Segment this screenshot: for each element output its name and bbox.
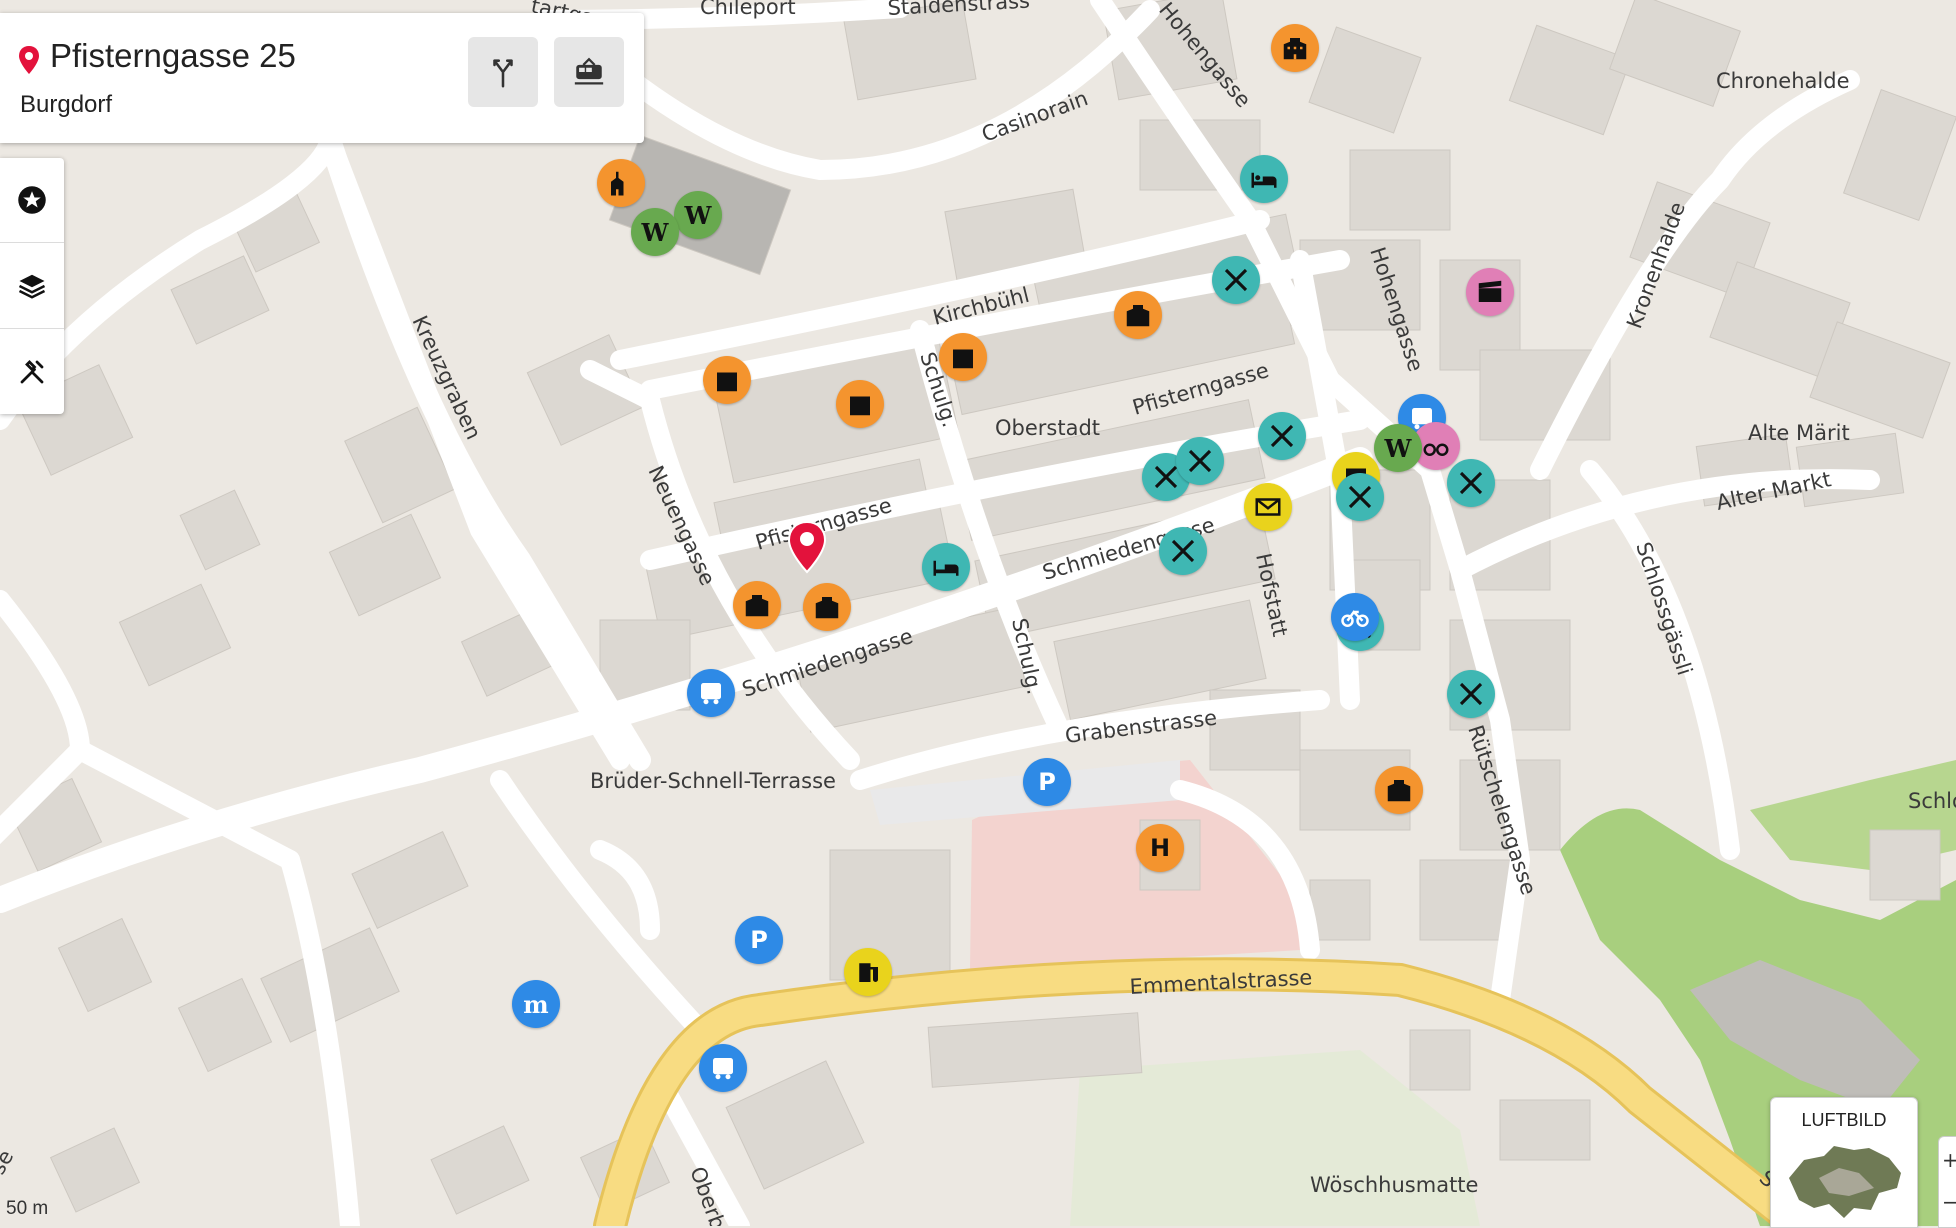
place-subtitle: Burgdorf (20, 91, 113, 118)
tools-icon (20, 360, 44, 384)
parking-garage-glyph: P (750, 926, 768, 954)
public-transport-button[interactable] (554, 37, 624, 107)
parking-garage-icon[interactable]: P (735, 916, 783, 964)
zoom-in-button[interactable]: + (1942, 1148, 1956, 1172)
migros-store-icon[interactable]: m (512, 980, 560, 1028)
wikipedia-icon[interactable]: W (1374, 424, 1422, 472)
hotel-icon[interactable] (733, 581, 781, 629)
selected-location-pin-icon[interactable] (787, 520, 827, 574)
parking-glyph: P (1038, 768, 1056, 796)
hotel-icon[interactable] (939, 333, 987, 381)
restaurant-icon[interactable] (1159, 527, 1207, 575)
public-transport-icon (574, 57, 604, 85)
bicycle-icon[interactable] (1331, 593, 1379, 641)
label-chronehalde: Chronehalde (1716, 69, 1850, 93)
label-hofstatt: Hofstatt (1251, 551, 1292, 639)
restaurant-icon[interactable] (1258, 412, 1306, 460)
label-woeschhusmatte: Wöschhusmatte (1310, 1173, 1478, 1197)
hotel-icon[interactable] (836, 380, 884, 428)
label-schlo: Schlo (1908, 789, 1956, 813)
bus-stop-icon[interactable] (687, 669, 735, 717)
hospital-glyph: H (1149, 834, 1171, 862)
hotel-bed-icon[interactable] (922, 543, 970, 591)
hotel-icon[interactable] (703, 356, 751, 404)
restaurant-icon[interactable] (1447, 670, 1495, 718)
wikipedia-icon[interactable]: W (674, 191, 722, 239)
map-canvas[interactable]: Staldenstrass Chileport tartgas Hohengas… (0, 0, 1956, 1226)
place-info-card: Pfisterngasse 25 Burgdorf (0, 13, 644, 143)
cinema-icon[interactable] (1466, 268, 1514, 316)
location-pin-icon (19, 46, 39, 74)
place-title: Pfisterngasse 25 (50, 37, 296, 74)
aerial-view-label: LUFTBILD (1801, 1110, 1887, 1130)
map-tools-panel (0, 158, 64, 414)
fuel-station-icon[interactable] (844, 948, 892, 996)
layers-icon (18, 274, 46, 299)
post-office-icon[interactable] (1244, 483, 1292, 531)
migros-glyph: m (523, 989, 549, 1019)
directions-icon (493, 59, 513, 88)
switzerland-aerial-thumbnail (1779, 1138, 1909, 1224)
restaurant-icon[interactable] (1336, 473, 1384, 521)
label-alte-maerit: Alte Märit (1748, 421, 1850, 445)
restaurant-icon[interactable] (1212, 256, 1260, 304)
hospital-icon[interactable]: H (1136, 824, 1184, 872)
label-schlossgaessli: Schlossgässli (1631, 539, 1697, 678)
directions-button[interactable] (468, 37, 538, 107)
label-oberstadt: Oberstadt (995, 416, 1100, 440)
restaurant-icon[interactable] (1447, 459, 1495, 507)
parking-icon[interactable]: P (1023, 758, 1071, 806)
hotel-icon[interactable] (803, 583, 851, 631)
label-chileport: Chileport (700, 0, 796, 19)
map-scale: 50 m (6, 1198, 49, 1219)
hotel-icon[interactable] (1114, 291, 1162, 339)
aerial-view-toggle[interactable]: LUFTBILD (1770, 1097, 1918, 1228)
restaurant-icon[interactable] (1176, 437, 1224, 485)
church-icon[interactable] (597, 159, 645, 207)
hotel-bed-icon[interactable] (1240, 155, 1288, 203)
wikipedia-icon[interactable]: W (631, 208, 679, 256)
hotel-icon[interactable] (1271, 24, 1319, 72)
layers-button[interactable] (0, 244, 64, 328)
bus-stop-icon[interactable] (699, 1044, 747, 1092)
tools-button[interactable] (0, 330, 64, 414)
favorites-star-icon (18, 186, 46, 214)
hotel-icon[interactable] (1375, 766, 1423, 814)
zoom-out-button[interactable]: − (1942, 1190, 1956, 1214)
label-bruder-schnell-terrasse: Brüder-Schnell-Terrasse (590, 769, 836, 793)
favorites-button[interactable] (0, 158, 64, 242)
label-se-left: se (0, 1146, 18, 1179)
